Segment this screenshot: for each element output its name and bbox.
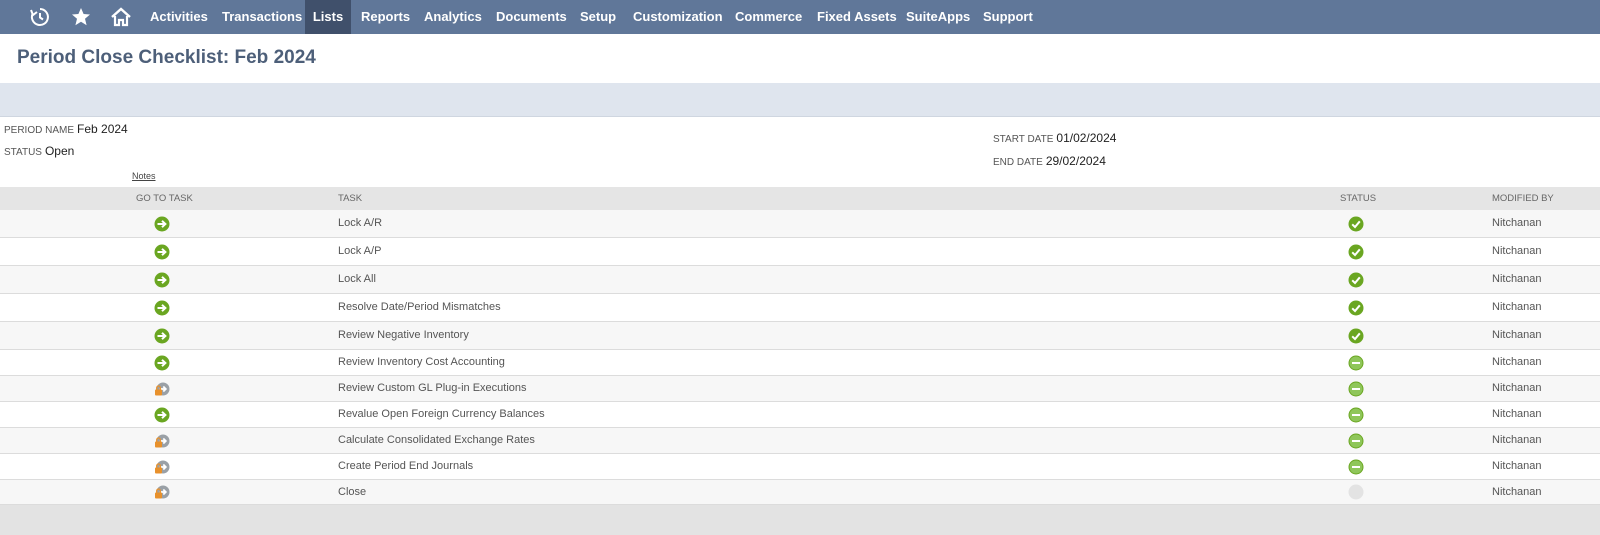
end-date-value: 29/02/2024 (1045, 154, 1106, 168)
start-date-label: START DATE (993, 134, 1054, 145)
status-complete-icon (1348, 272, 1364, 288)
status-in-progress-icon (1348, 381, 1364, 397)
modified-by: Nitchanan (1492, 408, 1542, 420)
table-row: Review Inventory Cost Accounting Nitchana… (0, 350, 1600, 376)
nav-documents[interactable]: Documents (486, 0, 577, 34)
go-to-task-locked-icon[interactable] (154, 459, 170, 475)
status-complete-icon (1348, 244, 1364, 260)
table-row: Create Period End Journals Nitchanan (0, 454, 1600, 480)
modified-by: Nitchanan (1492, 460, 1542, 472)
modified-by: Nitchanan (1492, 301, 1542, 313)
status-not-started-icon (1348, 484, 1364, 500)
nav-lists[interactable]: Lists (305, 0, 351, 34)
table-row: Revalue Open Foreign Currency Balances Ni… (0, 402, 1600, 428)
modified-by: Nitchanan (1492, 217, 1542, 229)
start-date-field: START DATE 01/02/2024 (993, 131, 1116, 145)
go-to-task-locked-icon[interactable] (154, 433, 170, 449)
go-to-task-arrow-icon[interactable] (154, 328, 170, 344)
task-name: Lock A/R (338, 217, 383, 229)
status-field: STATUS Open (4, 144, 74, 158)
col-modified-by[interactable]: MODIFIED BY (1492, 187, 1554, 210)
task-name: Resolve Date/Period Mismatches (338, 301, 501, 313)
start-date-value: 01/02/2024 (1056, 131, 1117, 145)
home-icon[interactable] (109, 5, 133, 29)
nav-support[interactable]: Support (973, 0, 1043, 34)
status-complete-icon (1348, 328, 1364, 344)
task-name: Revalue Open Foreign Currency Balances (338, 408, 545, 420)
table-row: Calculate Consolidated Exchange Rates Nit… (0, 428, 1600, 454)
end-date-field: END DATE 29/02/2024 (993, 154, 1106, 168)
nav-analytics[interactable]: Analytics (414, 0, 492, 34)
page-title: Period Close Checklist: Feb 2024 (17, 47, 316, 68)
task-name: Lock All (338, 273, 376, 285)
go-to-task-locked-icon[interactable] (154, 484, 170, 500)
table-row: Review Custom GL Plug-in Executions Nitch… (0, 376, 1600, 402)
table-row: Close Nitchanan (0, 480, 1600, 505)
nav-reports[interactable]: Reports (351, 0, 420, 34)
go-to-task-arrow-icon[interactable] (154, 244, 170, 260)
modified-by: Nitchanan (1492, 273, 1542, 285)
go-to-task-arrow-icon[interactable] (154, 300, 170, 316)
status-in-progress-icon (1348, 459, 1364, 475)
go-to-task-arrow-icon[interactable] (154, 216, 170, 232)
modified-by: Nitchanan (1492, 486, 1542, 498)
modified-by: Nitchanan (1492, 382, 1542, 394)
task-name: Calculate Consolidated Exchange Rates (338, 434, 535, 446)
nav-transactions[interactable]: Transactions (212, 0, 312, 34)
status-in-progress-icon (1348, 355, 1364, 371)
table-row: Lock A/P Nitchanan (0, 238, 1600, 266)
table-row: Lock A/R Nitchanan (0, 210, 1600, 238)
period-name-value: Feb 2024 (77, 122, 128, 136)
status-value: Open (44, 144, 75, 158)
col-task[interactable]: TASK (338, 187, 362, 210)
table-row: Resolve Date/Period Mismatches Nitchanan (0, 294, 1600, 322)
task-name: Review Negative Inventory (338, 329, 469, 341)
go-to-task-arrow-icon[interactable] (154, 407, 170, 423)
status-in-progress-icon (1348, 433, 1364, 449)
star-icon[interactable] (69, 5, 93, 29)
modified-by: Nitchanan (1492, 356, 1542, 368)
modified-by: Nitchanan (1492, 245, 1542, 257)
go-to-task-locked-icon[interactable] (154, 381, 170, 397)
nav-activities[interactable]: Activities (140, 0, 218, 34)
nav-setup[interactable]: Setup (570, 0, 626, 34)
period-name-label: PERIOD NAME (4, 125, 75, 136)
task-name: Review Custom GL Plug-in Executions (338, 382, 527, 394)
nav-commerce[interactable]: Commerce (725, 0, 812, 34)
task-name: Lock A/P (338, 245, 382, 257)
nav-suiteapps[interactable]: SuiteApps (896, 0, 980, 34)
table-row: Review Negative Inventory Nitchanan (0, 322, 1600, 350)
task-name: Close (338, 486, 367, 498)
task-name: Review Inventory Cost Accounting (338, 356, 505, 368)
nav-fixed-assets[interactable]: Fixed Assets (807, 0, 907, 34)
period-name-field: PERIOD NAME Feb 2024 (4, 122, 128, 136)
status-complete-icon (1348, 216, 1364, 232)
col-go-to-task[interactable]: GO TO TASK (136, 187, 193, 210)
end-date-label: END DATE (993, 157, 1043, 168)
nav-customization[interactable]: Customization (623, 0, 733, 34)
go-to-task-arrow-icon[interactable] (154, 272, 170, 288)
col-status[interactable]: STATUS (1340, 187, 1376, 210)
modified-by: Nitchanan (1492, 329, 1542, 341)
status-label: STATUS (4, 147, 42, 158)
status-in-progress-icon (1348, 407, 1364, 423)
table-row: Lock All Nitchanan (0, 266, 1600, 294)
go-to-task-arrow-icon[interactable] (154, 355, 170, 371)
top-navigation: Activities Transactions Lists Reports An… (0, 0, 1600, 34)
task-name: Create Period End Journals (338, 460, 474, 472)
notes-link[interactable]: Notes (132, 171, 156, 181)
modified-by: Nitchanan (1492, 434, 1542, 446)
status-complete-icon (1348, 300, 1364, 316)
recent-records-icon[interactable] (28, 5, 52, 29)
table-header: GO TO TASK TASK STATUS MODIFIED BY (0, 187, 1600, 210)
footer-band (0, 505, 1600, 535)
button-bar (0, 83, 1600, 117)
